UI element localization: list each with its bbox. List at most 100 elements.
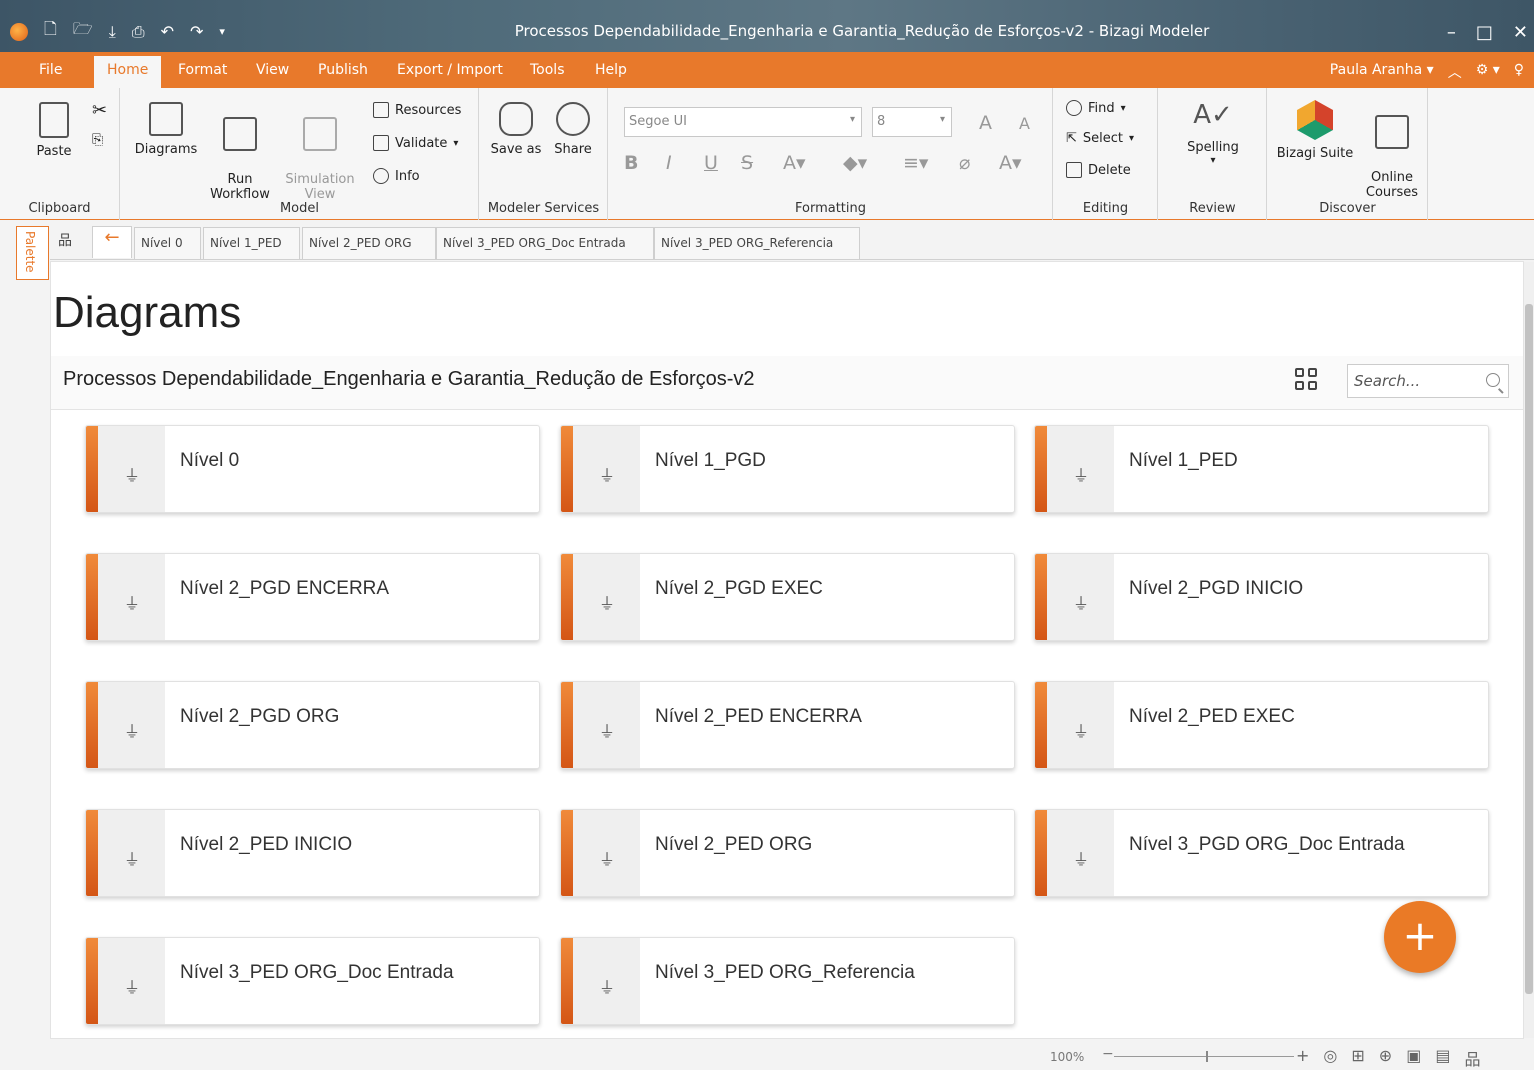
simulation-view-label: Simulation View xyxy=(285,172,355,202)
menu-file[interactable]: File xyxy=(39,62,62,78)
zoom-out-icon[interactable]: − xyxy=(1102,1046,1114,1062)
tab-nivel-1-ped[interactable]: Nível 1_PED xyxy=(203,227,300,259)
diagram-card[interactable]: ⏚ Nível 2_PED EXEC xyxy=(1034,681,1489,769)
diagrams-home-icon[interactable]: 品 xyxy=(58,230,72,250)
underline-icon[interactable]: U xyxy=(704,152,718,174)
diagram-card[interactable]: ⏚ Nível 2_PED ENCERRA xyxy=(560,681,1015,769)
diagram-card[interactable]: ⏚ Nível 2_PGD ENCERRA xyxy=(85,553,540,641)
resources-button[interactable]: Resources xyxy=(373,102,461,118)
zoom-fit-icon[interactable]: ◎ xyxy=(1323,1046,1337,1070)
save-as-button[interactable]: Save as xyxy=(486,102,546,157)
font-size-select[interactable]: 8 ▾ xyxy=(872,107,952,137)
strikethrough-icon[interactable]: S xyxy=(741,152,753,174)
align-icon[interactable]: ≡▾ xyxy=(903,152,928,174)
font-family-select[interactable]: Segoe UI ▾ xyxy=(624,107,862,137)
copy-icon[interactable]: ⎘ xyxy=(92,132,103,148)
add-diagram-button[interactable]: + xyxy=(1384,901,1456,973)
menu-tools[interactable]: Tools xyxy=(530,62,565,78)
share-label: Share xyxy=(554,142,592,157)
online-courses-label: Online Courses xyxy=(1365,170,1419,200)
tips-icon[interactable]: ♀ xyxy=(1514,62,1524,82)
tab-nivel-3-ped-org-doc-entrada[interactable]: Nível 3_PED ORG_Doc Entrada xyxy=(436,227,654,259)
close-button[interactable]: ✕ xyxy=(1513,22,1528,43)
run-workflow-button[interactable]: Run Workflow xyxy=(205,102,275,202)
menu-home[interactable]: Home xyxy=(94,56,162,88)
back-arrow-icon[interactable]: ← xyxy=(92,226,132,258)
diagram-card[interactable]: ⏚ Nível 1_PGD xyxy=(560,425,1015,513)
menu-format[interactable]: Format xyxy=(178,62,227,78)
font-color-icon[interactable]: A▾ xyxy=(783,152,806,174)
diagram-card[interactable]: ⏚ Nível 3_PED ORG_Referencia xyxy=(560,937,1015,1025)
diagram-name: Nível 2_PGD INICIO xyxy=(1129,578,1304,599)
menu-export-import[interactable]: Export / Import xyxy=(397,62,503,78)
share-button[interactable]: Share xyxy=(546,102,600,157)
diagram-card[interactable]: ⏚ Nível 2_PGD ORG xyxy=(85,681,540,769)
zoom-slider-knob[interactable] xyxy=(1206,1051,1208,1062)
diagram-card[interactable]: ⏚ Nível 0 xyxy=(85,425,540,513)
spelling-button[interactable]: A✓ Spelling ▾ xyxy=(1177,100,1249,166)
zoom-in-icon[interactable]: + xyxy=(1296,1046,1309,1070)
diagram-card[interactable]: ⏚ Nível 3_PGD ORG_Doc Entrada xyxy=(1034,809,1489,897)
diagram-name: Nível 3_PED ORG_Referencia xyxy=(655,962,915,983)
grid-view-icon[interactable] xyxy=(1295,368,1321,394)
settings-icon[interactable]: ⚙ ▾ xyxy=(1476,62,1500,82)
paste-button[interactable]: Paste xyxy=(32,102,76,159)
card-icon-column: ⏚ xyxy=(1047,554,1114,640)
palette-toggle[interactable]: Palette xyxy=(16,226,49,280)
page-title: Diagrams xyxy=(53,288,242,337)
diagram-card[interactable]: ⏚ Nível 2_PGD EXEC xyxy=(560,553,1015,641)
grow-font-icon[interactable]: A xyxy=(979,112,992,134)
presentation-icon[interactable]: ▤ xyxy=(1435,1046,1450,1070)
diagram-card[interactable]: ⏚ Nível 2_PED INICIO xyxy=(85,809,540,897)
cloud-icon: ⏚ xyxy=(599,466,616,485)
online-courses-icon xyxy=(1375,115,1409,149)
card-accent xyxy=(86,810,98,896)
collapse-ribbon-icon[interactable]: ︿ xyxy=(1448,62,1462,82)
diagram-card[interactable]: ⏚ Nível 2_PED ORG xyxy=(560,809,1015,897)
fullscreen-icon[interactable]: ▣ xyxy=(1406,1046,1421,1070)
shrink-font-icon[interactable]: A xyxy=(1019,114,1030,133)
bizagi-suite-button[interactable]: Bizagi Suite xyxy=(1274,100,1356,161)
diagrams-button[interactable]: Diagrams xyxy=(131,102,201,157)
italic-icon[interactable]: I xyxy=(666,152,672,174)
zoom-slider[interactable] xyxy=(1114,1051,1294,1062)
info-button[interactable]: Info xyxy=(373,168,420,184)
tab-nivel-0[interactable]: Nível 0 xyxy=(134,227,201,259)
search-input[interactable]: Search... xyxy=(1347,364,1509,398)
card-icon-column: ⏚ xyxy=(98,938,165,1024)
tab-nivel-2-ped-org[interactable]: Nível 2_PED ORG xyxy=(302,227,436,259)
menu-publish[interactable]: Publish xyxy=(318,62,368,78)
zoom-icon[interactable]: ⊕ xyxy=(1379,1046,1392,1070)
fit-page-icon[interactable]: ⊞ xyxy=(1351,1046,1364,1070)
diagram-card[interactable]: ⏚ Nível 3_PED ORG_Doc Entrada xyxy=(85,937,540,1025)
menu-help[interactable]: Help xyxy=(595,62,627,78)
diagram-card[interactable]: ⏚ Nível 1_PED xyxy=(1034,425,1489,513)
simulation-view-button[interactable]: Simulation View xyxy=(281,102,359,202)
fill-color-icon[interactable]: ◆▾ xyxy=(843,152,867,174)
tab-nivel-3-ped-org-referencia[interactable]: Nível 3_PED ORG_Referencia xyxy=(654,227,860,259)
delete-button[interactable]: Delete xyxy=(1066,162,1131,178)
maximize-button[interactable]: □ xyxy=(1476,22,1493,43)
bold-icon[interactable]: B xyxy=(624,152,638,174)
minimize-button[interactable]: – xyxy=(1447,22,1456,43)
find-button[interactable]: Find ▾ xyxy=(1066,100,1126,116)
diagram-card[interactable]: ⏚ Nível 2_PGD INICIO xyxy=(1034,553,1489,641)
chevron-down-icon: ▾ xyxy=(939,114,945,125)
clear-format-icon[interactable]: ⌀ xyxy=(959,152,970,174)
search-icon xyxy=(1066,100,1082,116)
chevron-down-icon: ▾ xyxy=(1210,155,1216,166)
menu-view[interactable]: View xyxy=(256,62,289,78)
diagrams-view-icon[interactable]: 品 xyxy=(1464,1046,1480,1070)
bizagi-suite-label: Bizagi Suite xyxy=(1276,146,1354,161)
select-button[interactable]: ⇱ Select ▾ xyxy=(1066,131,1134,146)
cut-icon[interactable]: ✂ xyxy=(92,100,107,121)
card-accent xyxy=(1035,426,1047,512)
online-courses-button[interactable]: Online Courses xyxy=(1360,100,1424,200)
vertical-scrollbar[interactable] xyxy=(1524,262,1534,1038)
scrollbar-thumb[interactable] xyxy=(1525,304,1533,994)
validate-button[interactable]: Validate ▾ xyxy=(373,135,458,151)
formatting-group-label: Formatting xyxy=(794,201,866,216)
text-color-icon[interactable]: A▾ xyxy=(999,152,1022,174)
clipboard-group: Paste ✂ ⎘ Clipboard xyxy=(0,88,120,220)
user-menu[interactable]: Paula Aranha ▾ xyxy=(1330,62,1434,82)
